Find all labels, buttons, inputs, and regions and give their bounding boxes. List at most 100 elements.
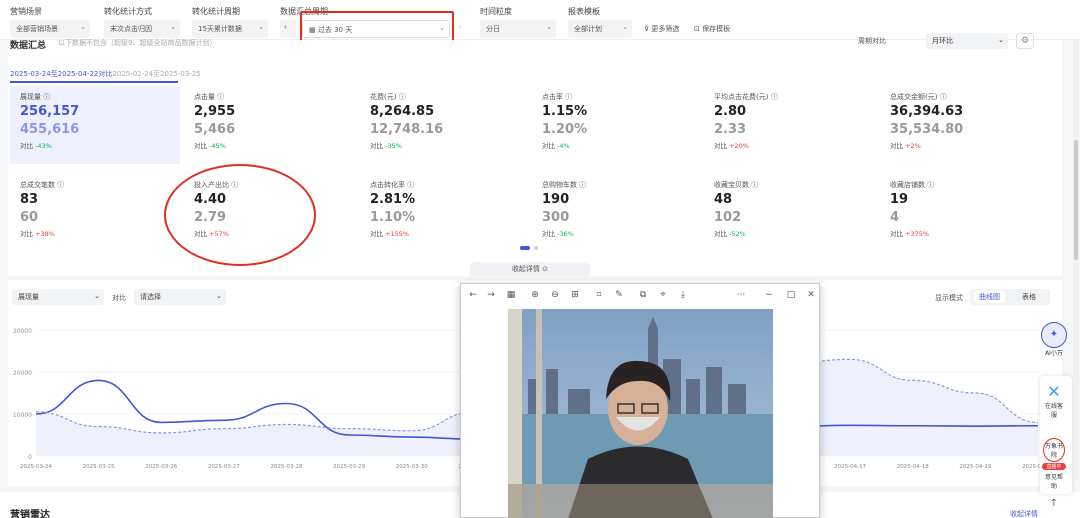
prev-period-button[interactable]: ‹ [280,20,296,38]
feedback-button[interactable]: 意见帮助 [1038,472,1070,490]
template-select[interactable]: 全部计划 ⌄ [568,20,632,38]
metric-name: 平均点击花费(元) ⓘ [714,93,778,101]
metric-value: 2.80 [714,104,747,119]
pager-dots[interactable] [520,246,542,250]
metric-compare: 对比 +38% [20,230,55,238]
pager-dot-active[interactable] [520,246,530,250]
conv-period-select[interactable]: 15天累计数据 ⌄ [192,20,268,38]
image-viewer-window: ← → ▦ ⊕ ⊖ ⊞ ⌗ ✎ ⧉ ⌖ ⤓ ··· − □ ✕ [460,283,820,518]
date-primary: 2025-03-24至2025-04-22对比 [10,70,113,78]
chevron-down-icon: ⌄ [80,23,86,31]
robot-icon: ✦ [1041,322,1067,348]
wanxiang-academy-button[interactable]: 万象书院 直播中 [1038,438,1070,471]
more-filter-button[interactable]: ⊽ 更多筛选 [644,24,679,34]
x-tick-label: 2025-03-24 [20,464,52,470]
edit-icon[interactable]: ✎ [611,284,627,306]
metric-compare-value: 455,616 [20,122,80,137]
copy-icon[interactable]: ⧉ [635,284,651,306]
fit-icon[interactable]: ⊞ [567,284,583,306]
scrollbar-thumb[interactable] [1074,140,1078,260]
metric-name: 收藏店铺数 ⓘ [890,181,935,189]
metric-compare: 对比 -4% [542,142,570,150]
metric-card[interactable]: 总成交笔数 ⓘ 83 60 对比 +38% [10,174,180,252]
scrollbar[interactable] [1073,40,1079,480]
info-icon: ⓘ [927,181,935,189]
info-icon: ⓘ [217,93,225,101]
online-service-button[interactable]: ✕ 在线客服 [1038,382,1070,419]
metric-name: 总成交金额(元) ⓘ [890,93,947,101]
metric-value: 19 [890,192,909,207]
info-icon: ⓘ [57,181,65,189]
info-icon: ⓘ [407,181,415,189]
forward-icon[interactable]: → [483,284,499,306]
scene-select[interactable]: 全部营销场景 ⌄ [10,20,90,38]
metric-card[interactable]: 总购物车数 ⓘ 190 300 对比 -36% [532,174,702,252]
back-to-top-icon[interactable]: ↑ [1038,498,1070,509]
metric-change: +155% [385,230,410,238]
metric-compare: 对比 -45% [194,142,226,150]
chevron-down-icon: ⌄ [170,23,176,31]
metric-name: 点击量 ⓘ [194,93,225,101]
metric-compare-value: 1.20% [542,122,588,137]
next-period-button[interactable]: › [456,20,470,38]
download-icon[interactable]: ⤓ [675,284,691,306]
info-icon: ⓘ [751,181,759,189]
mode-chart-button[interactable]: 曲线图 [974,291,1005,303]
grid-icon[interactable]: ▦ [503,284,519,306]
zoom-out-icon[interactable]: ⊖ [547,284,563,306]
metric-card[interactable]: 收藏宝贝数 ⓘ 48 102 对比 -52% [704,174,874,252]
ai-assistant-button[interactable]: ✦ AI小万 [1038,322,1070,357]
metric-card[interactable]: 点击率 ⓘ 1.15% 1.20% 对比 -4% [532,86,702,164]
display-mode-label: 显示模式 [935,294,963,302]
metric-compare: 对比 +2% [890,142,921,150]
metric-select[interactable]: 展现量 ⌄ [12,289,104,305]
granularity-select[interactable]: 分日 ⌄ [480,20,556,38]
metric-name: 点击率 ⓘ [542,93,573,101]
metric-compare: 对比 +375% [890,230,930,238]
minimize-icon[interactable]: − [761,284,777,306]
viewer-photo [508,309,773,518]
more-icon[interactable]: ··· [733,284,749,306]
metric-card[interactable]: 平均点击花费(元) ⓘ 2.80 2.33 对比 +20% [704,86,874,164]
metric-card[interactable]: 点击量 ⓘ 2,955 5,466 对比 -45% [184,86,354,164]
conv-method-select[interactable]: 末次点击归因 ⌄ [104,20,180,38]
metric-card[interactable]: 点击转化率 ⓘ 2.81% 1.10% 对比 +155% [360,174,530,252]
crop-icon[interactable]: ⌗ [591,284,607,306]
info-icon: ⓘ [565,93,573,101]
compare-select[interactable]: 请选择 ⌄ [134,289,226,305]
metric-change: -52% [729,230,746,238]
back-icon[interactable]: ← [465,284,481,306]
live-badge: 直播中 [1042,463,1066,470]
scan-icon[interactable]: ⌖ [655,284,671,306]
y-tick-label: 10000 [13,412,32,419]
x-tick-label: 2025-04-19 [959,464,991,470]
zoom-in-icon[interactable]: ⊕ [527,284,543,306]
metric-card[interactable]: 花费(元) ⓘ 8,264.85 12,748.16 对比 -35% [360,86,530,164]
metric-change: +375% [905,230,930,238]
settings-icon[interactable]: ⚙ [1016,33,1034,49]
metric-change: -45% [209,142,226,150]
metric-card[interactable]: 收藏店铺数 ⓘ 19 4 对比 +375% [880,174,1050,252]
highlight-box [300,11,454,43]
info-icon: ⓘ [770,93,778,101]
compare-mode-select[interactable]: 月环比 ⌄ [926,33,1008,49]
metric-card[interactable]: 展现量 ⓘ 256,157 455,616 对比 -43% [10,86,180,164]
pager-dot[interactable] [534,246,538,250]
date-range-underline [10,81,178,83]
save-template-button[interactable]: ⊡ 保存模板 [694,24,730,34]
mode-table-button[interactable]: 表格 [1022,292,1036,302]
collapse-details-button[interactable]: 收起详情 ⊙ [470,262,590,276]
compare-mode-label: 周期对比 [858,37,886,45]
radar-collapse-link[interactable]: 收起详情 [1010,509,1038,518]
chevron-up-icon: ⊙ [542,265,549,273]
metric-card[interactable]: 总成交金额(元) ⓘ 36,394.63 35,534.80 对比 +2% [880,86,1050,164]
chevron-down-icon: ⌄ [216,292,222,300]
metric-value: 83 [20,192,39,207]
close-icon[interactable]: ✕ [803,284,819,306]
metric-change: -35% [385,142,402,150]
metric-compare-value: 300 [542,210,570,225]
maximize-icon[interactable]: □ [783,284,799,306]
metric-name: 花费(元) ⓘ [370,93,406,101]
metric-change: -36% [557,230,574,238]
service-icon: ✕ [1047,382,1061,401]
